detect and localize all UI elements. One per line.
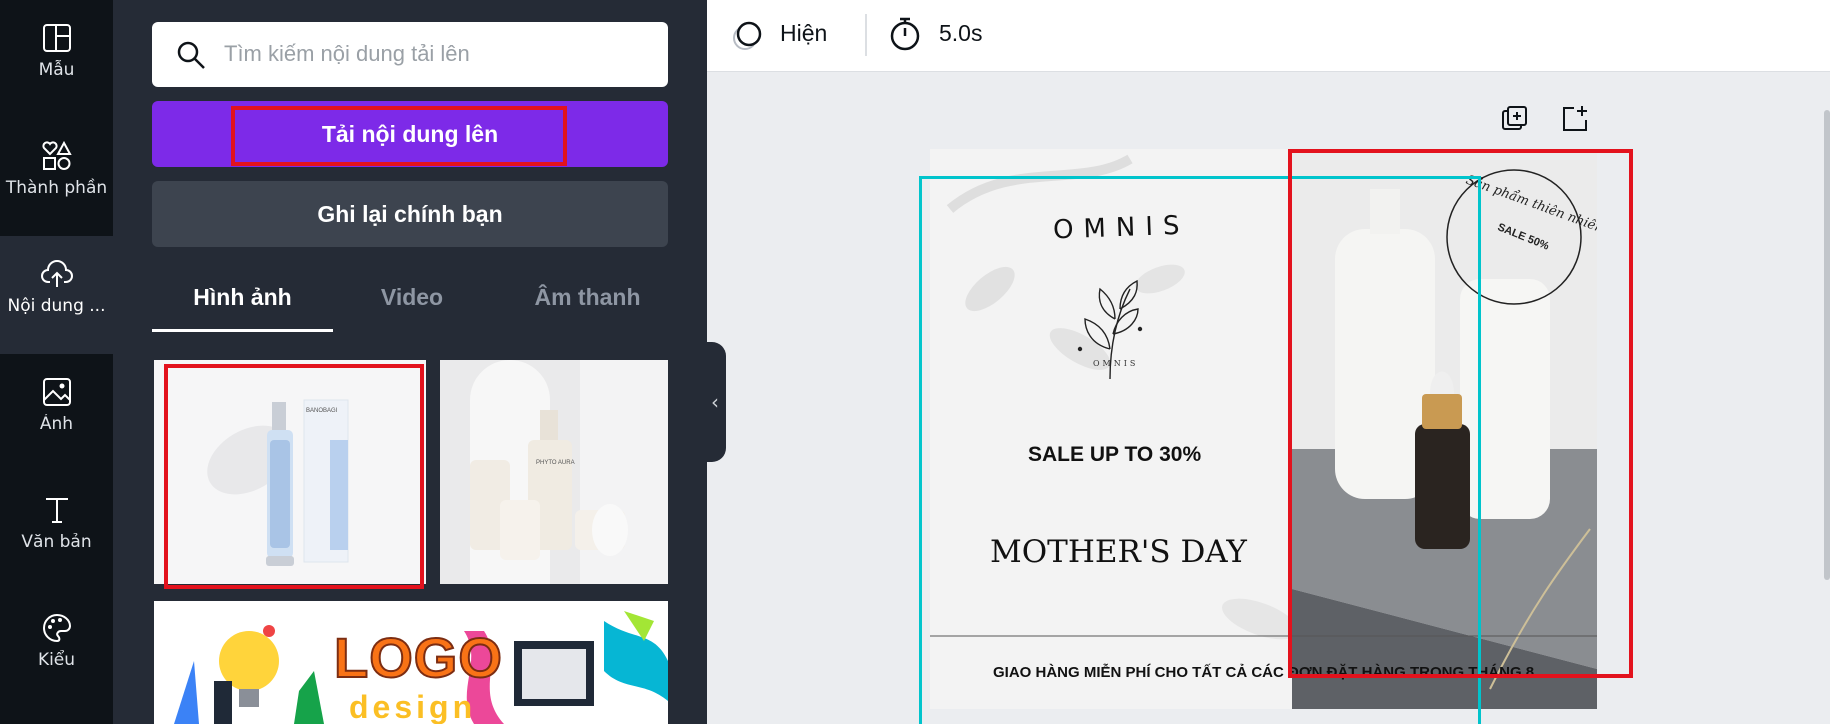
- rail-item-text[interactable]: Văn bản: [0, 472, 113, 590]
- rail-label: Kiểu: [37, 650, 76, 670]
- rail-label: Văn bản: [21, 532, 92, 552]
- design-footer[interactable]: GIAO HÀNG MIỄN PHÍ CHO TẤT CẢ CÁC ĐƠN ĐẶ…: [993, 664, 1534, 681]
- search-icon: [177, 41, 205, 69]
- duration-button[interactable]: 5.0s: [939, 20, 982, 47]
- template-icon: [42, 24, 71, 52]
- search-input[interactable]: [224, 32, 644, 76]
- rail-label: Nội dung ...: [7, 296, 106, 316]
- chevron-left-icon: ‹: [711, 390, 719, 414]
- tab-video[interactable]: Video: [347, 268, 477, 332]
- thumb-logo-text: LOGO: [333, 625, 503, 690]
- record-yourself-button[interactable]: Ghi lại chính bạn: [152, 181, 668, 247]
- design-page[interactable]: OMNIS OMNIS SALE UP TO 30% MOTHER'S DAY …: [930, 149, 1597, 709]
- toolbar-divider: [865, 14, 867, 56]
- bottles-product-image: [440, 360, 668, 584]
- timer-icon: [890, 17, 920, 51]
- rail-item-elements[interactable]: Thành phần: [0, 118, 113, 236]
- media-tabs: Hình ảnh Video Âm thanh: [152, 268, 668, 332]
- design-brand[interactable]: OMNIS: [1053, 211, 1190, 246]
- text-icon: [45, 498, 68, 523]
- thumb-brand-label: BANOBAGI: [306, 408, 338, 414]
- palette-icon: [42, 613, 71, 643]
- collapse-panel-button[interactable]: ‹: [704, 342, 726, 462]
- editor-toolbar: Hiện 5.0s: [707, 0, 1830, 72]
- upload-cloud-icon: [40, 260, 73, 287]
- upload-content-button[interactable]: Tải nội dung lên: [152, 101, 668, 167]
- rail-item-uploads[interactable]: Nội dung ...: [0, 236, 113, 354]
- uploads-panel: Tải nội dung lên Ghi lại chính bạn Hình …: [113, 0, 707, 724]
- upload-thumbnail-bottles[interactable]: PHYTO AURA: [440, 360, 668, 584]
- elements-icon: [41, 140, 72, 170]
- photo-icon: [42, 378, 71, 406]
- rail-label: Thành phần: [5, 178, 108, 198]
- animate-icon: [733, 21, 762, 50]
- add-page-icon[interactable]: [1560, 104, 1590, 134]
- rail-item-photos[interactable]: Ảnh: [0, 354, 113, 472]
- design-headline[interactable]: MOTHER'S DAY: [990, 534, 1247, 570]
- rail-label: Ảnh: [39, 414, 74, 434]
- animate-button[interactable]: Hiện: [780, 20, 827, 47]
- rail-item-styles[interactable]: Kiểu: [0, 590, 113, 708]
- thumb-brand-label: PHYTO AURA: [536, 460, 575, 466]
- rail-item-templates[interactable]: Mẫu: [0, 0, 113, 118]
- left-nav-rail: Mẫu Thành phần Nội dung ... Ảnh Văn bản …: [0, 0, 113, 724]
- duplicate-page-icon[interactable]: [1500, 104, 1530, 134]
- upload-thumbnail-serum[interactable]: BANOBAGI: [154, 360, 426, 584]
- search-box[interactable]: [152, 22, 668, 87]
- tab-images[interactable]: Hình ảnh: [152, 268, 333, 332]
- rail-label: Mẫu: [38, 60, 75, 80]
- thumb-logo-subtext: design: [349, 689, 477, 724]
- serum-product-image: [207, 399, 349, 566]
- canvas-scrollbar[interactable]: [1824, 110, 1830, 580]
- upload-thumbnail-logo-design[interactable]: LOGO design: [154, 601, 668, 724]
- design-brand-small[interactable]: OMNIS: [1093, 359, 1138, 368]
- design-sale-line[interactable]: SALE UP TO 30%: [1028, 443, 1201, 467]
- tab-audio[interactable]: Âm thanh: [507, 268, 668, 332]
